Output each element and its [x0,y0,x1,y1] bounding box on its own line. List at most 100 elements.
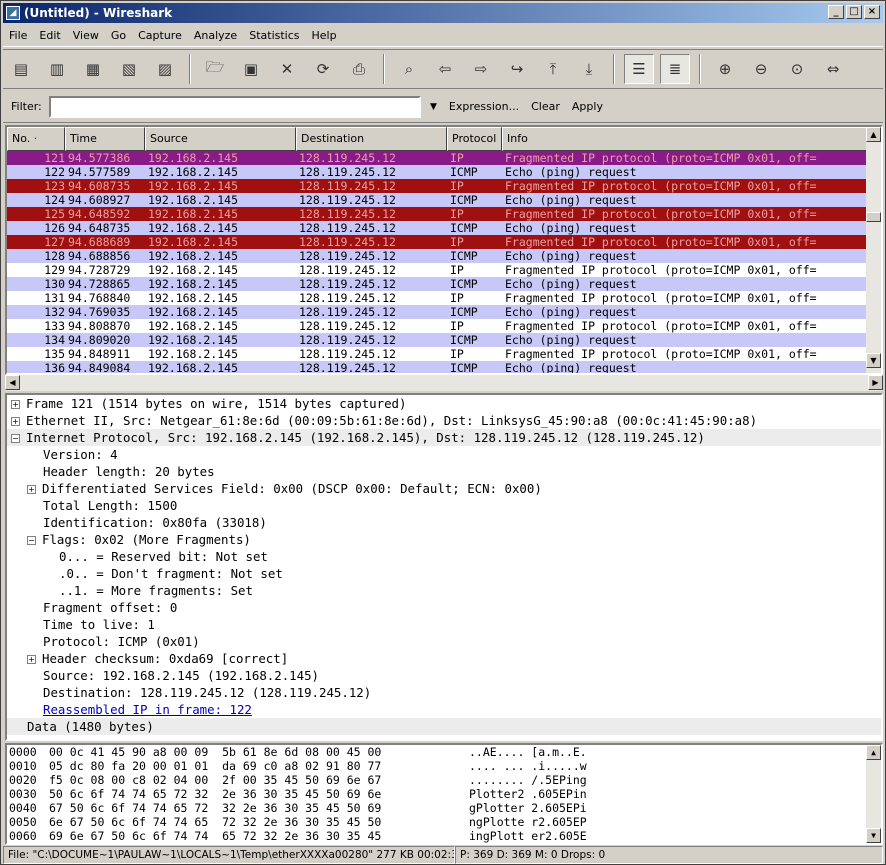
packet-row[interactable]: 122 94.577589 192.168.2.145 128.119.245.12 I… [7,165,869,179]
packet-row[interactable]: 125 94.648592 192.168.2.145 128.119.245.12 I… [7,207,869,221]
menu-statistics[interactable]: Statistics [243,29,305,42]
menu-help[interactable]: Help [306,29,343,42]
detail-line[interactable]: Data (1480 bytes) [7,718,881,735]
zoom-out-icon[interactable]: ⊖ [746,54,776,84]
detail-line[interactable]: Protocol: ICMP (0x01) [7,633,881,650]
collapse-icon[interactable]: − [27,536,36,545]
menu-file[interactable]: File [3,29,33,42]
packet-row[interactable]: 128 94.688856 192.168.2.145 128.119.245.12 I… [7,249,869,263]
colorize-icon[interactable]: ☰ [624,54,654,84]
detail-line[interactable]: Source: 192.168.2.145 (192.168.2.145) [7,667,881,684]
maximize-button[interactable]: □ [846,5,862,19]
packet-row[interactable]: 127 94.688689 192.168.2.145 128.119.245.12 I… [7,235,869,249]
scroll-thumb[interactable] [866,212,881,222]
hex-row[interactable]: 0020 f5 0c 08 00 c8 02 04 00 2f 00 35 45 … [7,773,881,787]
packet-list-scrollbar[interactable]: ▲ ▼ [866,127,881,373]
column-source[interactable]: Source [145,127,296,151]
reassembled-frame-link[interactable]: Reassembled IP in frame: 122 [43,702,252,717]
go-to-packet-icon[interactable]: ↪ [502,54,532,84]
detail-line[interactable]: Header length: 20 bytes [7,463,881,480]
packet-row[interactable]: 133 94.808870 192.168.2.145 128.119.245.12 I… [7,319,869,333]
scroll-down-icon[interactable]: ▼ [866,828,881,843]
minimize-button[interactable]: _ [828,5,844,19]
close-button[interactable]: × [864,5,880,19]
hex-row[interactable]: 0000 00 0c 41 45 90 a8 00 09 5b 61 8e 6d … [7,745,881,759]
detail-line[interactable]: Reassembled IP in frame: 122 [7,701,881,718]
detail-line[interactable]: + Header checksum: 0xda69 [correct] [7,650,881,667]
expand-icon[interactable]: + [27,655,36,664]
packet-row[interactable]: 130 94.728865 192.168.2.145 128.119.245.12 I… [7,277,869,291]
packet-row[interactable]: 136 94.849084 192.168.2.145 128.119.245.12 I… [7,361,869,373]
expand-icon[interactable]: + [11,417,20,426]
save-file-icon[interactable]: ▣ [236,54,266,84]
detail-line[interactable]: + Frame 121 (1514 bytes on wire, 1514 byt… [7,395,881,412]
zoom-in-icon[interactable]: ⊕ [710,54,740,84]
scroll-left-icon[interactable]: ◀ [5,375,20,390]
auto-scroll-icon[interactable]: ≣ [660,54,690,84]
hex-row[interactable]: 0060 69 6e 67 50 6c 6f 74 74 65 72 32 2e … [7,829,881,843]
column-time[interactable]: Time [65,127,145,151]
detail-line[interactable]: Identification: 0x80fa (33018) [7,514,881,531]
packet-row[interactable]: 124 94.608927 192.168.2.145 128.119.245.12 I… [7,193,869,207]
detail-line[interactable]: 0... = Reserved bit: Not set [7,548,881,565]
packet-row[interactable]: 129 94.728729 192.168.2.145 128.119.245.12 I… [7,263,869,277]
column-protocol[interactable]: Protocol [447,127,502,151]
hex-row[interactable]: 0040 67 50 6c 6f 74 74 65 72 32 2e 36 30 … [7,801,881,815]
detail-line[interactable]: ..1. = More fragments: Set [7,582,881,599]
menu-capture[interactable]: Capture [132,29,188,42]
scroll-down-icon[interactable]: ▼ [866,353,881,368]
stop-capture-icon[interactable]: ▧ [114,54,144,84]
packet-row[interactable]: 126 94.648735 192.168.2.145 128.119.245.12 I… [7,221,869,235]
menu-go[interactable]: Go [105,29,132,42]
capture-options-icon[interactable]: ▥ [42,54,72,84]
filter-input[interactable] [49,95,421,118]
print-icon[interactable]: ⎙ [344,54,374,84]
go-last-icon[interactable]: ⤓ [574,54,604,84]
packet-row[interactable]: 131 94.768840 192.168.2.145 128.119.245.12 I… [7,291,869,305]
detail-line[interactable]: Time to live: 1 [7,616,881,633]
detail-line[interactable]: + Differentiated Services Field: 0x00 (DS… [7,480,881,497]
go-back-icon[interactable]: ⇦ [430,54,460,84]
column-no[interactable]: No. · [7,127,65,151]
column-destination[interactable]: Destination [296,127,447,151]
packet-row[interactable]: 123 94.608735 192.168.2.145 128.119.245.12 I… [7,179,869,193]
filter-dropdown-icon[interactable]: ▼ [430,102,437,112]
detail-line[interactable]: Fragment offset: 0 [7,599,881,616]
packet-list-hscrollbar[interactable]: ◀ ▶ [5,375,883,391]
detail-line[interactable]: .0.. = Don't fragment: Not set [7,565,881,582]
scroll-up-icon[interactable]: ▲ [866,745,881,760]
detail-line[interactable]: − Internet Protocol, Src: 192.168.2.145 (… [7,429,881,446]
restart-capture-icon[interactable]: ▨ [150,54,180,84]
apply-button[interactable]: Apply [572,100,603,113]
detail-line[interactable]: − Flags: 0x02 (More Fragments) [7,531,881,548]
interface-list-icon[interactable]: ▤ [6,54,36,84]
resize-columns-icon[interactable]: ⇔ [818,54,848,84]
detail-line[interactable]: Total Length: 1500 [7,497,881,514]
packet-row[interactable]: 132 94.769035 192.168.2.145 128.119.245.12 I… [7,305,869,319]
start-capture-icon[interactable]: ▦ [78,54,108,84]
clear-button[interactable]: Clear [531,100,560,113]
expression-button[interactable]: Expression... [449,100,519,113]
detail-line[interactable]: Version: 4 [7,446,881,463]
normal-size-icon[interactable]: ⊙ [782,54,812,84]
packet-row[interactable]: 135 94.848911 192.168.2.145 128.119.245.12 I… [7,347,869,361]
expand-icon[interactable]: + [11,400,20,409]
open-file-icon[interactable]: 🗁 [200,54,230,84]
packet-row[interactable]: 134 94.809020 192.168.2.145 128.119.245.12 I… [7,333,869,347]
reload-icon[interactable]: ⟳ [308,54,338,84]
column-info[interactable]: Info [502,127,869,151]
scroll-right-icon[interactable]: ▶ [868,375,883,390]
find-packet-icon[interactable]: ⌕ [394,54,424,84]
hex-row[interactable]: 0030 50 6c 6f 74 74 65 72 32 2e 36 30 35 … [7,787,881,801]
hex-row[interactable]: 0050 6e 67 50 6c 6f 74 74 65 72 32 2e 36 … [7,815,881,829]
menu-edit[interactable]: Edit [33,29,66,42]
close-file-icon[interactable]: ✕ [272,54,302,84]
packet-row[interactable]: 121 94.577386 192.168.2.145 128.119.245.12 I… [7,151,869,165]
hex-row[interactable]: 0010 05 dc 80 fa 20 00 01 01 da 69 c0 a8 … [7,759,881,773]
menu-analyze[interactable]: Analyze [188,29,243,42]
detail-line[interactable]: Destination: 128.119.245.12 (128.119.245… [7,684,881,701]
bytes-scrollbar[interactable]: ▲ ▼ [866,745,881,843]
go-forward-icon[interactable]: ⇨ [466,54,496,84]
detail-line[interactable]: + Ethernet II, Src: Netgear_61:8e:6d (00:… [7,412,881,429]
menu-view[interactable]: View [67,29,105,42]
